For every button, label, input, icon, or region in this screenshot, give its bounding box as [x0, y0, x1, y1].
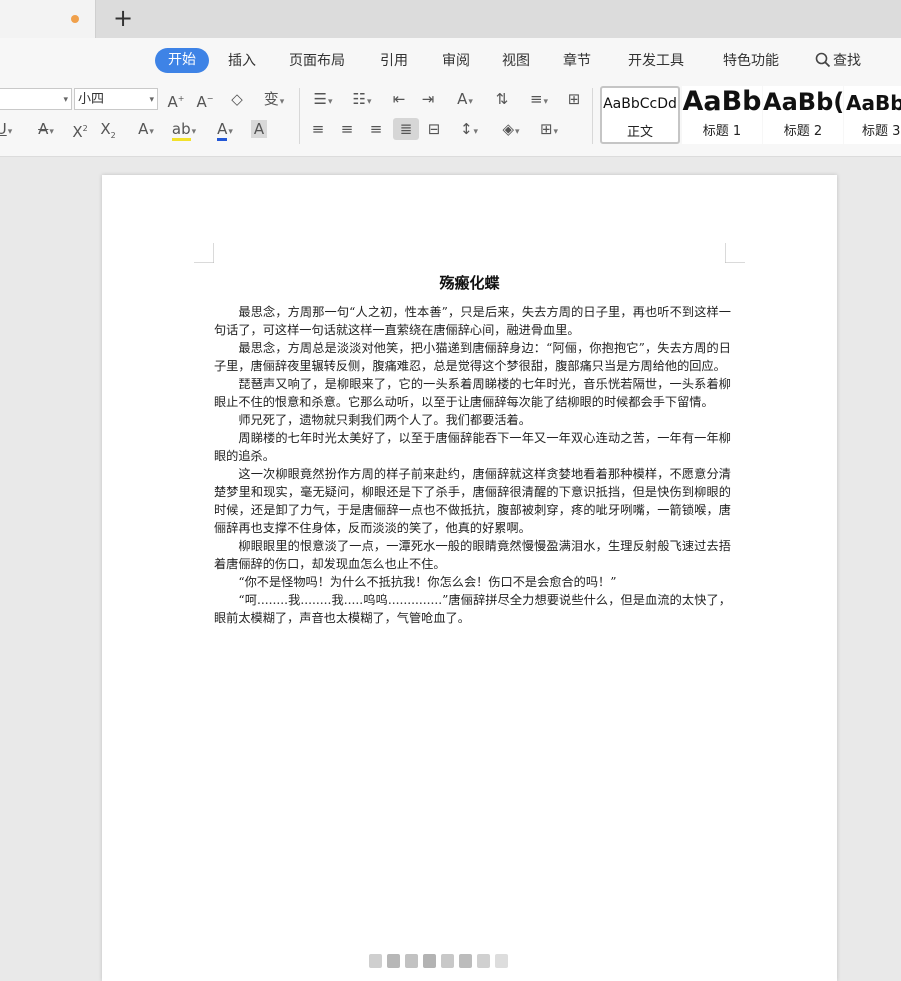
align-justify-icon[interactable]: ≣ — [393, 118, 419, 140]
document-tab[interactable] — [0, 0, 96, 38]
scroll-segment — [423, 954, 436, 968]
style-heading-1[interactable]: AaBb 标题 1 — [682, 86, 762, 144]
menu-tab-insert[interactable]: 插入 — [228, 50, 256, 72]
style-sample: AaBbCcDd — [603, 96, 677, 112]
table-border-icon[interactable]: ⊞ — [562, 88, 586, 110]
font-color-icon[interactable]: A▾ — [208, 118, 242, 141]
paragraph: 最思念，方周总是淡淡对他笑，把小猫递到唐俪辞身边：“阿俪，你抱抱它”，失去方周的… — [214, 341, 731, 373]
ribbon-separator — [299, 88, 300, 144]
style-sample: AaBb( — [763, 88, 843, 116]
paragraph: 这一次柳眼竟然扮作方周的样子前来赴约，唐俪辞就这样贪婪地看着那种模样，不愿意分清… — [214, 467, 731, 535]
margin-corner-mark — [725, 243, 745, 263]
borders-icon[interactable]: ⊞▾ — [532, 118, 566, 140]
search-icon — [815, 50, 833, 72]
scroll-segment — [405, 954, 418, 968]
style-name: 标题 3 — [862, 124, 901, 139]
strikethrough-icon[interactable]: A▾ — [29, 118, 63, 140]
style-name: 正文 — [626, 125, 653, 140]
scroll-segment — [459, 954, 472, 968]
highlight-color-icon[interactable]: ab▾ — [166, 118, 202, 141]
paragraph: 最思念，方周那一句“人之初，性本善”，只是后来，失去方周的日子里，再也听不到这样… — [214, 305, 731, 337]
style-heading-2[interactable]: AaBb( 标题 2 — [763, 86, 843, 144]
change-case-icon[interactable]: A▾ — [447, 88, 483, 110]
subscript-icon[interactable]: X2 — [96, 118, 120, 140]
align-center-icon[interactable]: ≡ — [335, 118, 359, 140]
style-heading-3[interactable]: AaBb 标题 3 — [844, 86, 901, 144]
tab-bar — [0, 0, 901, 38]
paragraph: 周睇楼的七年时光太美好了，以至于唐俪辞能吞下一年又一年双心连动之苦，一年有一年柳… — [214, 431, 731, 463]
bullet-list-icon[interactable]: ☰▾ — [306, 88, 340, 110]
numbered-list-icon[interactable]: ☷▾ — [345, 88, 379, 110]
menu-tab-references[interactable]: 引用 — [380, 50, 408, 72]
styles-gallery: AaBbCcDd 正文 AaBb 标题 1 AaBb( 标题 2 AaBb 标题… — [598, 86, 901, 144]
clear-format-icon[interactable]: ◇ — [225, 88, 249, 110]
menu-tab-review[interactable]: 审阅 — [442, 50, 470, 72]
menu-tab-home[interactable]: 开始 — [155, 48, 209, 73]
margin-corner-mark — [194, 243, 214, 263]
scroll-segment — [477, 954, 490, 968]
scroll-segment — [441, 954, 454, 968]
style-name: 标题 1 — [702, 124, 742, 139]
font-size-value: 小四 — [78, 92, 105, 107]
font-name-combo[interactable]: ▾ — [0, 88, 72, 110]
document-body: 最思念，方周那一句“人之初，性本善”，只是后来，失去方周的日子里，再也听不到这样… — [214, 303, 731, 627]
document-title: 殇瘢化蝶 — [439, 274, 500, 292]
menu-tab-view[interactable]: 视图 — [502, 50, 530, 72]
grow-font-icon[interactable]: A+ — [164, 88, 188, 111]
scroll-segment — [387, 954, 400, 968]
character-shading-icon[interactable]: A — [247, 118, 271, 140]
shading-fill-icon[interactable]: ◈▾ — [494, 118, 528, 140]
paragraph: “你不是怪物吗！为什么不抵抗我！你怎么会！伤口不是会愈合的吗！” — [238, 575, 617, 589]
text-effect-icon[interactable]: A▾ — [129, 118, 163, 140]
paragraph: 柳眼眼里的恨意淡了一点，一潭死水一般的眼睛竟然慢慢盈满泪水，生理反射般飞速过去捂… — [214, 539, 731, 571]
menu-tab-developer[interactable]: 开发工具 — [628, 50, 684, 72]
shrink-font-icon[interactable]: A− — [193, 88, 217, 111]
phonetic-guide-icon[interactable]: 变▾ — [257, 88, 291, 110]
paragraph: 师兄死了，遗物就只剩我们两个人了。我们都要活着。 — [238, 413, 531, 427]
style-name: 标题 2 — [783, 124, 823, 139]
search-menu[interactable]: 查找 — [815, 50, 861, 72]
style-normal[interactable]: AaBbCcDd 正文 — [600, 86, 680, 144]
align-left-icon[interactable]: ≡ — [306, 118, 330, 140]
sort-icon[interactable]: ⇅ — [490, 88, 514, 110]
line-spacing-icon[interactable]: ≡▾ — [522, 88, 556, 110]
ribbon-separator — [592, 88, 593, 144]
document-page[interactable]: 殇瘢化蝶 最思念，方周那一句“人之初，性本善”，只是后来，失去方周的日子里，再也… — [102, 175, 837, 981]
page-scroll-widget[interactable] — [365, 950, 535, 972]
decrease-indent-icon[interactable]: ⇤ — [387, 88, 411, 110]
style-sample: AaBb — [682, 86, 762, 117]
underline-icon[interactable]: U▾ — [0, 118, 16, 140]
paragraph: 琵琶声又响了，是柳眼来了，它的一头系着周睇楼的七年时光，音乐恍若隔世，一头系着柳… — [214, 377, 731, 409]
menu-tab-page-layout[interactable]: 页面布局 — [289, 50, 345, 72]
paragraph-spacing-icon[interactable]: ↕▾ — [452, 118, 486, 140]
menu-tab-special-features[interactable]: 特色功能 — [723, 50, 779, 72]
scroll-segment — [495, 954, 508, 968]
align-right-icon[interactable]: ≡ — [364, 118, 388, 140]
style-sample: AaBb — [846, 91, 901, 115]
unsaved-indicator-dot — [71, 15, 79, 23]
new-tab-button[interactable]: + — [112, 6, 134, 30]
superscript-icon[interactable]: X2 — [68, 118, 92, 141]
menu-tab-section[interactable]: 章节 — [563, 50, 591, 72]
increase-indent-icon[interactable]: ⇥ — [416, 88, 440, 110]
search-label: 查找 — [833, 53, 861, 69]
scroll-segment — [369, 954, 382, 968]
distributed-align-icon[interactable]: ⊟ — [422, 118, 446, 140]
font-size-combo[interactable]: 小四 ▾ — [74, 88, 158, 110]
paragraph: “呵........我........我.....呜呜.............… — [214, 593, 731, 625]
